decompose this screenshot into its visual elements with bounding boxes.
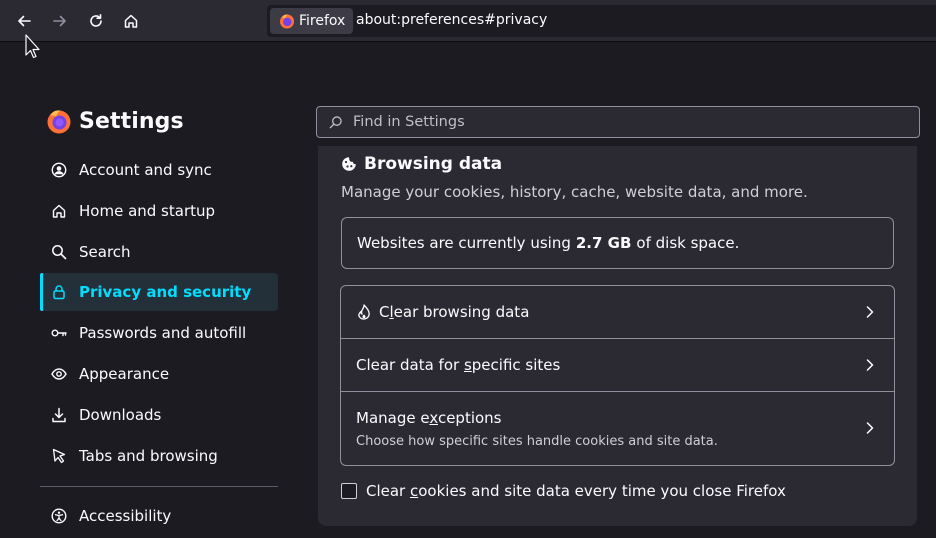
section-title: Browsing data [341, 154, 502, 174]
site-identity-button[interactable]: Firefox [270, 8, 354, 34]
accessibility-icon [51, 508, 67, 524]
sidebar-item-label: Appearance [79, 364, 170, 383]
sidebar-item-accessibility[interactable]: Accessibility [40, 497, 278, 535]
sidebar-item-passwords-and-autofill[interactable]: Passwords and autofill [40, 314, 278, 352]
sidebar-divider [40, 486, 278, 487]
sidebar-item-tabs-and-browsing[interactable]: Tabs and browsing [40, 437, 278, 475]
home-icon [124, 14, 138, 28]
reload-icon [90, 14, 102, 27]
mouse-pointer-icon [25, 34, 40, 59]
page-title: Settings [79, 108, 184, 134]
settings-header: Settings [46, 108, 184, 134]
back-arrow-icon [18, 15, 31, 27]
sidebar-item-downloads[interactable]: Downloads [40, 396, 278, 434]
identity-label: Firefox [299, 13, 346, 29]
chevron-right-icon [866, 306, 874, 318]
row-label: Clear browsing data [379, 303, 530, 321]
url-bar[interactable]: Firefox about:preferences#privacy [267, 5, 936, 37]
row-label: Manage exceptions [356, 409, 502, 427]
search-icon [329, 116, 342, 129]
section-title-text: Browsing data [364, 154, 503, 174]
back-button[interactable] [9, 6, 39, 36]
key-icon [51, 329, 67, 337]
disk-usage-value: 2.7 GB [575, 234, 632, 252]
clear-data-for-specific-sites-button[interactable]: Clear data for specific sites [341, 339, 894, 392]
section-description: Manage your cookies, history, cache, web… [341, 183, 808, 201]
disk-usage-prefix: Websites are currently using [357, 234, 571, 252]
cursor-icon [52, 448, 66, 463]
eye-icon [51, 368, 67, 380]
account-icon [51, 162, 67, 178]
home-icon [52, 204, 66, 218]
browsing-data-actions: Clear browsing data Clear data for speci… [340, 285, 895, 466]
flame-icon [358, 304, 370, 320]
row-label: Clear data for specific sites [356, 356, 561, 374]
reload-button[interactable] [81, 6, 111, 36]
sidebar-item-account-and-sync[interactable]: Account and sync [40, 151, 278, 189]
sidebar-item-label: Accessibility [79, 507, 172, 525]
sidebar-item-label: Tabs and browsing [79, 446, 218, 465]
cookie-icon [342, 157, 356, 171]
firefox-logo-icon [47, 110, 71, 134]
sidebar-item-label: Passwords and autofill [79, 324, 247, 343]
sidebar-nav: Account and sync Home and startup Search… [40, 151, 278, 477]
browsing-data-section: Browsing data Manage your cookies, histo… [318, 146, 917, 526]
clear-on-close-checkbox[interactable] [341, 483, 357, 499]
sidebar-item-label: Home and startup [79, 201, 216, 220]
browser-toolbar: Firefox about:preferences#privacy [0, 0, 936, 42]
manage-exceptions-button[interactable]: Manage exceptions Choose how specific si… [341, 392, 894, 465]
sidebar-item-appearance[interactable]: Appearance [40, 355, 278, 393]
forward-button[interactable] [45, 6, 75, 36]
sidebar-item-home-and-startup[interactable]: Home and startup [40, 192, 278, 230]
checkbox-label: Clear cookies and site data every time y… [366, 482, 786, 500]
sidebar-item-label: Account and sync [79, 161, 212, 179]
clear-on-close-option[interactable]: Clear cookies and site data every time y… [341, 482, 786, 500]
lock-icon [53, 285, 65, 300]
disk-usage-box: Websites are currently using 2.7 GB of d… [341, 217, 894, 269]
chevron-right-icon [866, 359, 874, 371]
sidebar-item-search[interactable]: Search [40, 233, 278, 271]
url-text[interactable]: about:preferences#privacy [356, 12, 547, 28]
search-icon [52, 244, 67, 259]
download-icon [52, 407, 66, 423]
firefox-logo-icon [280, 14, 294, 29]
settings-search[interactable] [316, 106, 920, 138]
clear-browsing-data-button[interactable]: Clear browsing data [341, 286, 894, 339]
forward-arrow-icon [53, 15, 66, 27]
row-description: Choose how specific sites handle cookies… [356, 434, 718, 449]
sidebar-item-label: Search [79, 242, 131, 261]
sidebar-item-label: Downloads [79, 405, 162, 424]
home-button[interactable] [116, 6, 146, 36]
chevron-right-icon [866, 422, 874, 434]
sidebar-footer: Accessibility [40, 497, 278, 538]
disk-usage-suffix: of disk space. [636, 234, 740, 252]
search-input[interactable] [353, 114, 893, 130]
sidebar-item-label: Privacy and security [79, 283, 252, 302]
sidebar-item-privacy-and-security[interactable]: Privacy and security [40, 273, 278, 312]
